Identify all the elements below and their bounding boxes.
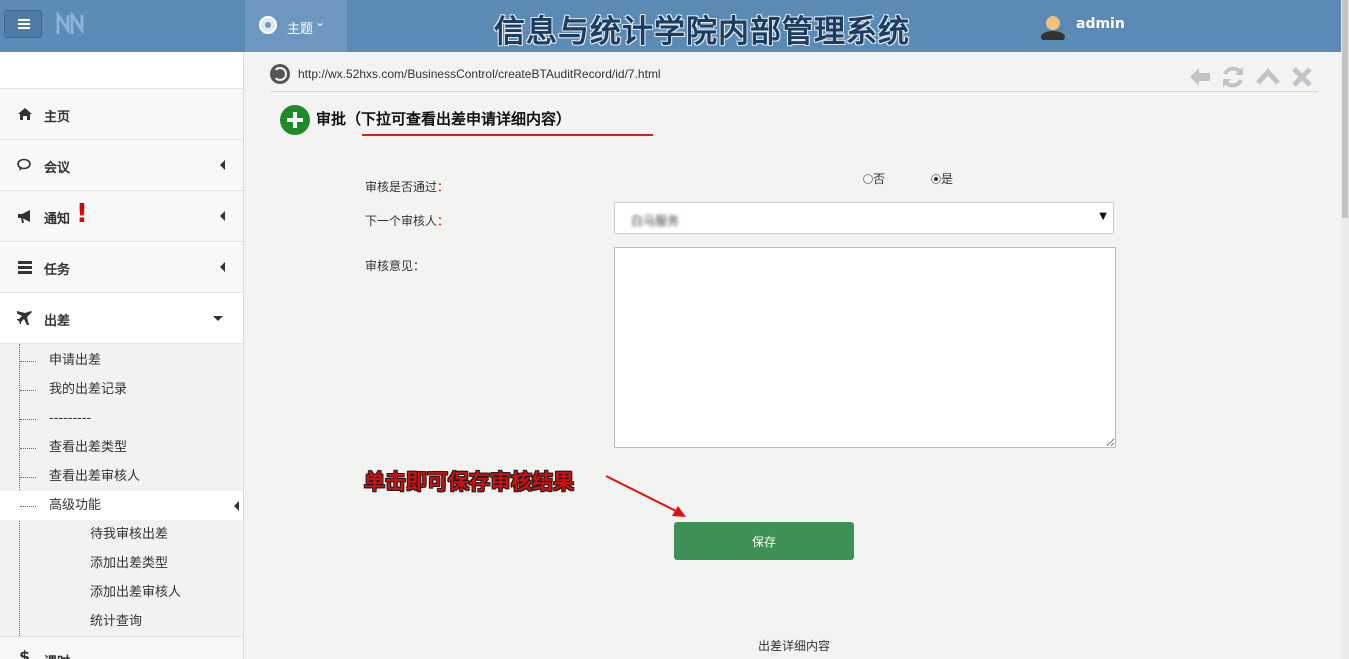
comments-icon (17, 158, 31, 171)
submenu-item-pending-review[interactable]: 待我审核出差 (0, 520, 243, 549)
submenu-item-add-reviewer[interactable]: 添加出差审核人 (0, 578, 243, 607)
submenu-item-label: 高级功能 (49, 498, 102, 513)
home-icon (18, 108, 32, 120)
radio-yes-dot[interactable] (931, 174, 941, 184)
bullhorn-icon (18, 210, 30, 223)
submenu-item-statistics[interactable]: 统计查询 (0, 607, 243, 636)
menu-toggle-button[interactable] (4, 10, 42, 38)
trip-detail-heading: 出差详细内容 (758, 639, 831, 653)
sidebar-item-class-hours[interactable]: $ 课时 (0, 636, 243, 659)
pass-label-text: 审核是否通过 (365, 180, 438, 194)
scrollbar-thumb[interactable] (1342, 0, 1348, 218)
sidebar-item-home[interactable]: 主页 (0, 89, 243, 140)
arrow-left-icon[interactable] (1187, 64, 1213, 90)
caret-down-icon: ▼ (1099, 211, 1107, 222)
next-reviewer-label: 下一个审核人： (365, 212, 449, 229)
radio-yes[interactable]: 是 (931, 170, 953, 187)
label-colon: ： (437, 180, 450, 194)
app-title: 信息与统计学院内部管理系统 (494, 14, 910, 50)
alert-mark: ! (76, 199, 88, 229)
submenu-item-advanced[interactable]: 高级功能 (0, 491, 243, 520)
next-reviewer-select[interactable]: 白马服务 ▼ (614, 202, 1114, 234)
chevron-down-icon (213, 316, 223, 321)
sidebar-item-notice[interactable]: 通知 ! (0, 191, 243, 242)
page-title-note: （下拉可查看出差申请详细内容） (346, 110, 572, 128)
submenu-separator: --------- (0, 404, 243, 433)
label-colon: ： (413, 259, 426, 273)
theme-icon (259, 16, 277, 34)
sidebar-item-label: 通知 (44, 212, 71, 227)
chevron-left-icon (220, 211, 225, 221)
page-title-text: 审批 (316, 110, 347, 128)
sidebar-item-label: 出差 (44, 314, 71, 329)
dollar-icon: $ (19, 647, 31, 659)
chevron-left-icon (220, 160, 225, 170)
submenu-item-trip-types[interactable]: 查看出差类型 (0, 433, 243, 462)
refresh-icon[interactable] (1220, 64, 1246, 90)
save-button[interactable]: 保存 (674, 522, 854, 560)
globe-icon (270, 64, 290, 84)
radio-no-label: 否 (873, 172, 886, 186)
page-url[interactable]: http://wx.52hxs.com/BusinessControl/crea… (298, 67, 661, 81)
chevron-up-icon[interactable] (1255, 64, 1281, 90)
plus-circle-icon (280, 105, 310, 135)
user-name[interactable]: admin (1076, 16, 1125, 32)
next-reviewer-value: 白马服务 (631, 214, 680, 228)
sidebar-item-label: 任务 (44, 263, 71, 278)
save-hint-annotation: 单击即可保存审核结果 (364, 470, 574, 494)
opinion-textarea[interactable] (614, 247, 1116, 448)
sidebar-item-label: 会议 (44, 161, 71, 176)
submenu-item-add-trip-type[interactable]: 添加出差类型 (0, 549, 243, 578)
radio-yes-label: 是 (941, 172, 954, 186)
sidebar-item-business-trip[interactable]: 出差 (0, 293, 243, 344)
radio-no-dot[interactable] (863, 174, 873, 184)
theme-label: 主题 (287, 22, 314, 37)
pass-label: 审核是否通过： (365, 178, 449, 195)
sidebar-shortcuts (0, 52, 243, 89)
sidebar-item-label: 课时 (44, 651, 70, 659)
plane-icon (17, 311, 32, 325)
submenu-item-apply-trip[interactable]: 申请出差 (0, 346, 243, 375)
business-trip-submenu: 申请出差 我的出差记录 --------- 查看出差类型 查看出差审核人 高级功… (0, 344, 243, 636)
chevron-left-icon (234, 501, 239, 511)
opinion-label-text: 审核意见 (365, 259, 414, 273)
submenu-item-trip-reviewers[interactable]: 查看出差审核人 (0, 462, 243, 491)
url-bar: http://wx.52hxs.com/BusinessControl/crea… (270, 62, 1318, 92)
label-colon: ： (437, 214, 450, 228)
arrow-annotation-icon (605, 475, 686, 517)
logo-icon (56, 12, 84, 35)
avatar[interactable] (1040, 12, 1066, 40)
tasks-icon (18, 261, 32, 274)
opinion-label: 审核意见： (365, 257, 425, 274)
sidebar: 主页 会议 通知 ! 任务 出差 申请出差 我的出差记录 --------- 查… (0, 52, 244, 659)
submenu-item-my-trips[interactable]: 我的出差记录 (0, 375, 243, 404)
sidebar-item-meeting[interactable]: 会议 (0, 140, 243, 191)
top-navbar: 主题 ⌄ 信息与统计学院内部管理系统 admin (0, 0, 1341, 52)
theme-dropdown[interactable]: 主题 ⌄ (245, 0, 347, 52)
chevron-down-icon: ⌄ (315, 15, 326, 29)
chevron-left-icon (220, 262, 225, 272)
title-underline (362, 134, 653, 136)
next-reviewer-label-text: 下一个审核人 (365, 214, 438, 228)
sidebar-item-task[interactable]: 任务 (0, 242, 243, 293)
close-icon[interactable] (1289, 64, 1315, 90)
radio-no[interactable]: 否 (863, 170, 885, 187)
sidebar-item-label: 主页 (44, 110, 71, 125)
page-title: 审批（下拉可查看出差申请详细内容） (316, 108, 571, 129)
